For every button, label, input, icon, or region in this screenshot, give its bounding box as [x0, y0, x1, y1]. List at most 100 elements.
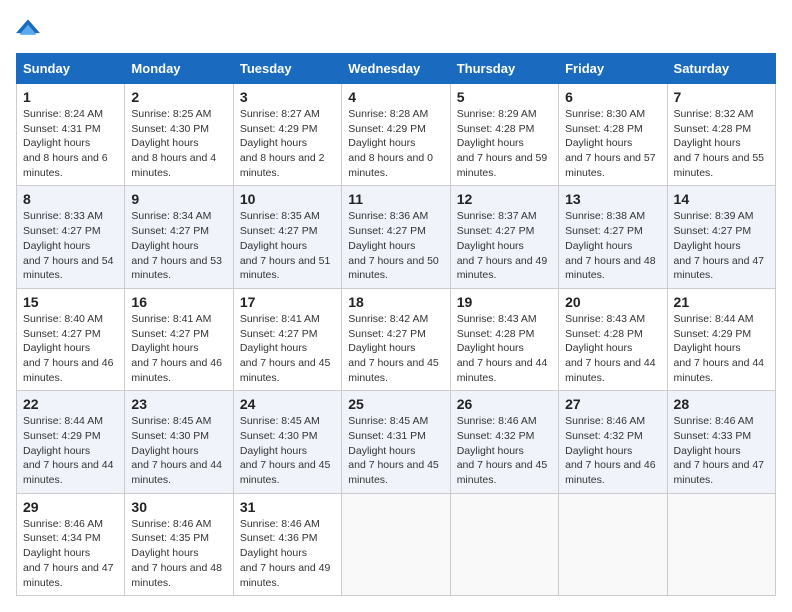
calendar-table: SundayMondayTuesdayWednesdayThursdayFrid…: [16, 53, 776, 596]
day-info: Sunrise: 8:30 AM Sunset: 4:28 PM Dayligh…: [565, 107, 660, 180]
day-number: 21: [674, 294, 769, 310]
day-number: 16: [131, 294, 226, 310]
day-number: 10: [240, 191, 335, 207]
day-number: 9: [131, 191, 226, 207]
day-info: Sunrise: 8:41 AM Sunset: 4:27 PM Dayligh…: [131, 312, 226, 385]
day-info: Sunrise: 8:29 AM Sunset: 4:28 PM Dayligh…: [457, 107, 552, 180]
day-number: 25: [348, 396, 443, 412]
logo-icon: [16, 16, 40, 40]
calendar-cell: 19 Sunrise: 8:43 AM Sunset: 4:28 PM Dayl…: [450, 288, 558, 390]
day-info: Sunrise: 8:38 AM Sunset: 4:27 PM Dayligh…: [565, 209, 660, 282]
day-number: 20: [565, 294, 660, 310]
day-of-week-header: Thursday: [450, 54, 558, 84]
calendar-cell: 3 Sunrise: 8:27 AM Sunset: 4:29 PM Dayli…: [233, 84, 341, 186]
day-number: 11: [348, 191, 443, 207]
day-number: 13: [565, 191, 660, 207]
day-info: Sunrise: 8:46 AM Sunset: 4:32 PM Dayligh…: [457, 414, 552, 487]
calendar-cell: 21 Sunrise: 8:44 AM Sunset: 4:29 PM Dayl…: [667, 288, 775, 390]
day-number: 15: [23, 294, 118, 310]
calendar-cell: 31 Sunrise: 8:46 AM Sunset: 4:36 PM Dayl…: [233, 493, 341, 595]
calendar-cell: 28 Sunrise: 8:46 AM Sunset: 4:33 PM Dayl…: [667, 391, 775, 493]
day-info: Sunrise: 8:27 AM Sunset: 4:29 PM Dayligh…: [240, 107, 335, 180]
calendar-cell: 1 Sunrise: 8:24 AM Sunset: 4:31 PM Dayli…: [17, 84, 125, 186]
day-info: Sunrise: 8:25 AM Sunset: 4:30 PM Dayligh…: [131, 107, 226, 180]
calendar-cell: 17 Sunrise: 8:41 AM Sunset: 4:27 PM Dayl…: [233, 288, 341, 390]
day-info: Sunrise: 8:46 AM Sunset: 4:33 PM Dayligh…: [674, 414, 769, 487]
calendar-cell: 29 Sunrise: 8:46 AM Sunset: 4:34 PM Dayl…: [17, 493, 125, 595]
day-number: 14: [674, 191, 769, 207]
logo: [16, 16, 42, 45]
day-info: Sunrise: 8:35 AM Sunset: 4:27 PM Dayligh…: [240, 209, 335, 282]
day-of-week-header: Sunday: [17, 54, 125, 84]
calendar-cell: 15 Sunrise: 8:40 AM Sunset: 4:27 PM Dayl…: [17, 288, 125, 390]
day-number: 4: [348, 89, 443, 105]
day-info: Sunrise: 8:34 AM Sunset: 4:27 PM Dayligh…: [131, 209, 226, 282]
day-info: Sunrise: 8:32 AM Sunset: 4:28 PM Dayligh…: [674, 107, 769, 180]
calendar-cell: 23 Sunrise: 8:45 AM Sunset: 4:30 PM Dayl…: [125, 391, 233, 493]
calendar-cell: 5 Sunrise: 8:29 AM Sunset: 4:28 PM Dayli…: [450, 84, 558, 186]
calendar-cell: 22 Sunrise: 8:44 AM Sunset: 4:29 PM Dayl…: [17, 391, 125, 493]
day-info: Sunrise: 8:46 AM Sunset: 4:34 PM Dayligh…: [23, 517, 118, 590]
day-info: Sunrise: 8:45 AM Sunset: 4:30 PM Dayligh…: [131, 414, 226, 487]
calendar-cell: 9 Sunrise: 8:34 AM Sunset: 4:27 PM Dayli…: [125, 186, 233, 288]
day-info: Sunrise: 8:28 AM Sunset: 4:29 PM Dayligh…: [348, 107, 443, 180]
day-number: 23: [131, 396, 226, 412]
calendar-cell: 27 Sunrise: 8:46 AM Sunset: 4:32 PM Dayl…: [559, 391, 667, 493]
calendar-cell: 30 Sunrise: 8:46 AM Sunset: 4:35 PM Dayl…: [125, 493, 233, 595]
day-number: 22: [23, 396, 118, 412]
calendar-cell: [667, 493, 775, 595]
day-number: 3: [240, 89, 335, 105]
day-info: Sunrise: 8:40 AM Sunset: 4:27 PM Dayligh…: [23, 312, 118, 385]
day-number: 1: [23, 89, 118, 105]
day-of-week-header: Wednesday: [342, 54, 450, 84]
day-number: 12: [457, 191, 552, 207]
calendar-cell: 12 Sunrise: 8:37 AM Sunset: 4:27 PM Dayl…: [450, 186, 558, 288]
calendar-cell: 13 Sunrise: 8:38 AM Sunset: 4:27 PM Dayl…: [559, 186, 667, 288]
day-number: 18: [348, 294, 443, 310]
day-info: Sunrise: 8:44 AM Sunset: 4:29 PM Dayligh…: [23, 414, 118, 487]
calendar-cell: 14 Sunrise: 8:39 AM Sunset: 4:27 PM Dayl…: [667, 186, 775, 288]
day-of-week-header: Friday: [559, 54, 667, 84]
day-number: 5: [457, 89, 552, 105]
day-number: 6: [565, 89, 660, 105]
day-number: 19: [457, 294, 552, 310]
calendar-cell: 26 Sunrise: 8:46 AM Sunset: 4:32 PM Dayl…: [450, 391, 558, 493]
day-info: Sunrise: 8:33 AM Sunset: 4:27 PM Dayligh…: [23, 209, 118, 282]
page-header: [16, 16, 776, 45]
day-number: 31: [240, 499, 335, 515]
day-number: 7: [674, 89, 769, 105]
day-number: 2: [131, 89, 226, 105]
day-number: 26: [457, 396, 552, 412]
calendar-cell: [342, 493, 450, 595]
calendar-cell: 8 Sunrise: 8:33 AM Sunset: 4:27 PM Dayli…: [17, 186, 125, 288]
day-info: Sunrise: 8:46 AM Sunset: 4:36 PM Dayligh…: [240, 517, 335, 590]
calendar-cell: 2 Sunrise: 8:25 AM Sunset: 4:30 PM Dayli…: [125, 84, 233, 186]
calendar-cell: 20 Sunrise: 8:43 AM Sunset: 4:28 PM Dayl…: [559, 288, 667, 390]
calendar-cell: 16 Sunrise: 8:41 AM Sunset: 4:27 PM Dayl…: [125, 288, 233, 390]
day-info: Sunrise: 8:24 AM Sunset: 4:31 PM Dayligh…: [23, 107, 118, 180]
calendar-cell: [450, 493, 558, 595]
calendar-cell: 10 Sunrise: 8:35 AM Sunset: 4:27 PM Dayl…: [233, 186, 341, 288]
day-info: Sunrise: 8:39 AM Sunset: 4:27 PM Dayligh…: [674, 209, 769, 282]
calendar-cell: 24 Sunrise: 8:45 AM Sunset: 4:30 PM Dayl…: [233, 391, 341, 493]
day-info: Sunrise: 8:43 AM Sunset: 4:28 PM Dayligh…: [457, 312, 552, 385]
day-number: 17: [240, 294, 335, 310]
day-info: Sunrise: 8:42 AM Sunset: 4:27 PM Dayligh…: [348, 312, 443, 385]
day-of-week-header: Tuesday: [233, 54, 341, 84]
calendar-cell: 25 Sunrise: 8:45 AM Sunset: 4:31 PM Dayl…: [342, 391, 450, 493]
calendar-cell: 7 Sunrise: 8:32 AM Sunset: 4:28 PM Dayli…: [667, 84, 775, 186]
calendar-cell: 18 Sunrise: 8:42 AM Sunset: 4:27 PM Dayl…: [342, 288, 450, 390]
day-info: Sunrise: 8:43 AM Sunset: 4:28 PM Dayligh…: [565, 312, 660, 385]
day-info: Sunrise: 8:46 AM Sunset: 4:32 PM Dayligh…: [565, 414, 660, 487]
day-of-week-header: Saturday: [667, 54, 775, 84]
day-info: Sunrise: 8:44 AM Sunset: 4:29 PM Dayligh…: [674, 312, 769, 385]
day-info: Sunrise: 8:36 AM Sunset: 4:27 PM Dayligh…: [348, 209, 443, 282]
calendar-cell: 11 Sunrise: 8:36 AM Sunset: 4:27 PM Dayl…: [342, 186, 450, 288]
day-number: 29: [23, 499, 118, 515]
day-number: 8: [23, 191, 118, 207]
day-number: 27: [565, 396, 660, 412]
day-number: 24: [240, 396, 335, 412]
calendar-cell: 4 Sunrise: 8:28 AM Sunset: 4:29 PM Dayli…: [342, 84, 450, 186]
day-info: Sunrise: 8:46 AM Sunset: 4:35 PM Dayligh…: [131, 517, 226, 590]
calendar-cell: 6 Sunrise: 8:30 AM Sunset: 4:28 PM Dayli…: [559, 84, 667, 186]
